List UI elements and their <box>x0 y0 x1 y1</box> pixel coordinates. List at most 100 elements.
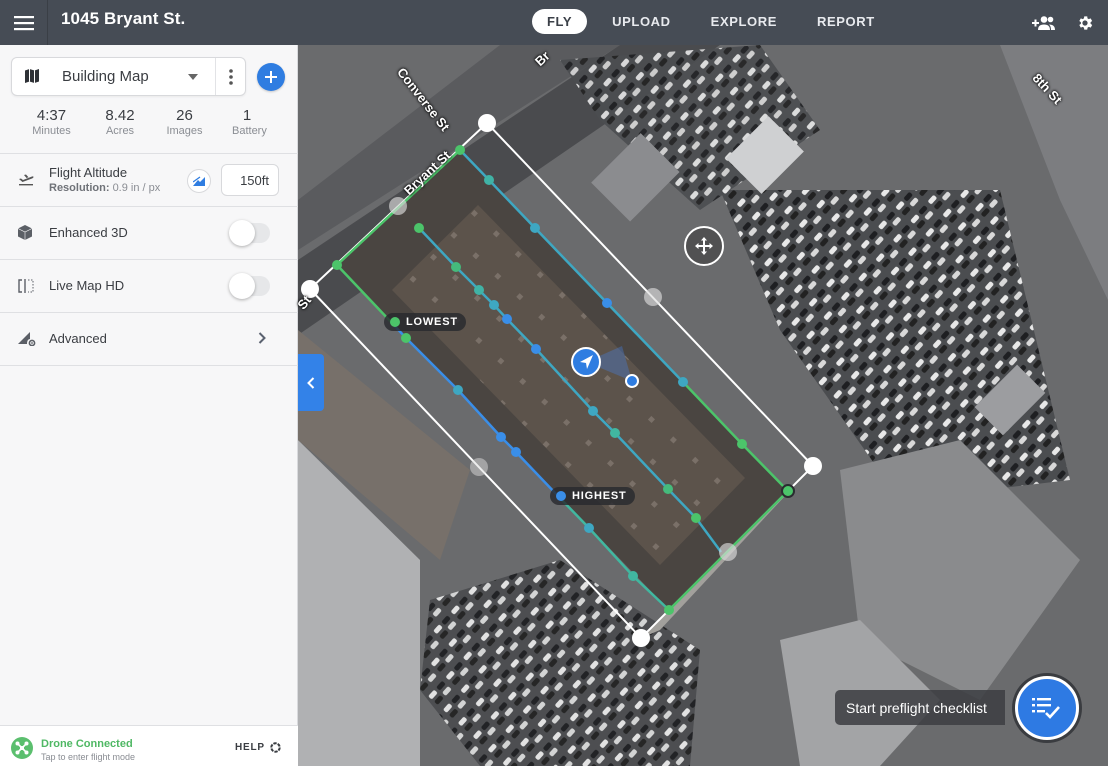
waypoint[interactable] <box>496 432 506 442</box>
waypoint[interactable] <box>781 484 795 498</box>
drone-target-point[interactable] <box>625 374 639 388</box>
stat-battery: 1 Battery <box>232 107 267 137</box>
toggle-knob <box>229 273 255 299</box>
flight-stats: 4:37 Minutes 8.42 Acres 26 Images 1 Batt… <box>0 107 298 137</box>
highest-point-label: HIGHEST <box>550 487 635 505</box>
tab-report[interactable]: REPORT <box>802 9 890 34</box>
enhanced-3d-toggle[interactable] <box>229 220 270 246</box>
lowest-point-label: LOWEST <box>384 313 466 331</box>
add-flight-plan-button[interactable] <box>257 63 285 91</box>
waypoint[interactable] <box>691 513 701 523</box>
waypoint[interactable] <box>531 344 541 354</box>
add-team-member-button[interactable] <box>1032 15 1056 31</box>
help-label: HELP <box>235 742 265 753</box>
corner-handle[interactable] <box>804 457 822 475</box>
waypoint[interactable] <box>737 439 747 449</box>
stat-value: 1 <box>242 107 252 124</box>
drone-icon <box>15 741 29 755</box>
waypoint[interactable] <box>584 523 594 533</box>
plus-icon <box>265 71 277 83</box>
checklist-icon <box>1032 698 1060 719</box>
drone-status-title[interactable]: Drone Connected <box>41 738 133 750</box>
drone-status-subtitle: Tap to enter flight mode <box>41 752 136 762</box>
waypoint[interactable] <box>602 298 612 308</box>
waypoint[interactable] <box>455 145 465 155</box>
waypoint[interactable] <box>530 223 540 233</box>
settings-button[interactable] <box>1076 14 1094 32</box>
map-icon <box>25 69 39 83</box>
chevron-right-icon <box>258 332 266 344</box>
advanced-label: Advanced <box>49 331 107 346</box>
advanced-settings-icon <box>18 332 36 346</box>
tab-fly[interactable]: FLY <box>532 9 588 34</box>
corner-handle[interactable] <box>632 629 650 647</box>
waypoint[interactable] <box>511 447 521 457</box>
more-options-button[interactable] <box>216 58 246 95</box>
highest-text: HIGHEST <box>572 490 627 502</box>
tab-upload[interactable]: UPLOAD <box>597 9 686 34</box>
stat-value: 8.42 <box>105 107 135 124</box>
collapse-sidebar-button[interactable] <box>298 354 324 411</box>
waypoint[interactable] <box>489 300 499 310</box>
stat-value: 26 <box>176 107 193 124</box>
waypoint[interactable] <box>610 428 620 438</box>
midpoint-handle[interactable] <box>719 543 737 561</box>
drone-status-bar: Drone Connected Tap to enter flight mode… <box>0 725 298 766</box>
waypoint[interactable] <box>332 260 342 270</box>
stat-value: 4:37 <box>36 107 67 124</box>
advanced-row[interactable]: Advanced <box>0 313 298 365</box>
resolution-text: Resolution: 0.9 in / px <box>49 182 160 194</box>
altitude-mode-button[interactable] <box>187 169 211 193</box>
flight-settings-sidebar: Building Map 4:37 Minutes 8.42 Acres 26 … <box>0 45 298 766</box>
waypoint[interactable] <box>628 571 638 581</box>
tab-explore[interactable]: EXPLORE <box>696 9 792 34</box>
settings-gear-icon <box>1079 15 1093 30</box>
live-map-hd-label: Live Map HD <box>49 278 125 293</box>
stat-label: Acres <box>105 125 135 137</box>
move-plan-handle[interactable] <box>684 226 724 266</box>
top-bar: 1045 Bryant St. FLY UPLOAD EXPLORE REPOR… <box>0 0 1108 45</box>
help-button[interactable]: HELP <box>235 742 281 753</box>
resolution-value: 0.9 in / px <box>112 182 161 194</box>
waypoint[interactable] <box>414 223 424 233</box>
stat-minutes: 4:37 Minutes <box>0 107 103 137</box>
waypoint[interactable] <box>401 333 411 343</box>
stat-label: Minutes <box>32 125 71 137</box>
midpoint-handle[interactable] <box>644 288 662 306</box>
terrain-icon <box>193 176 205 186</box>
drone-status-button[interactable] <box>11 737 33 759</box>
main-nav: FLY UPLOAD EXPLORE REPORT <box>532 9 900 34</box>
map-type-selector[interactable]: Building Map <box>11 57 246 96</box>
cube-icon <box>18 225 32 240</box>
stat-acres: 8.42 Acres <box>103 107 137 137</box>
top-actions <box>1032 0 1094 45</box>
dropdown-caret-icon[interactable] <box>188 74 198 80</box>
waypoint[interactable] <box>664 605 674 615</box>
waypoint[interactable] <box>451 262 461 272</box>
midpoint-handle[interactable] <box>470 458 488 476</box>
lowest-dot <box>390 317 400 327</box>
menu-button[interactable] <box>0 0 48 45</box>
highest-dot <box>556 491 566 501</box>
waypoint[interactable] <box>453 385 463 395</box>
waypoint[interactable] <box>588 406 598 416</box>
waypoint[interactable] <box>502 314 512 324</box>
move-arrows-icon <box>695 237 713 255</box>
corner-handle[interactable] <box>478 114 496 132</box>
enhanced-3d-label: Enhanced 3D <box>49 225 128 240</box>
menu-icon <box>13 15 34 30</box>
preflight-checklist-button[interactable] <box>1015 676 1079 740</box>
flight-altitude-input[interactable] <box>221 164 279 196</box>
live-map-hd-toggle[interactable] <box>229 273 270 299</box>
waypoint[interactable] <box>484 175 494 185</box>
split-view-icon <box>18 279 34 293</box>
waypoint[interactable] <box>663 484 673 494</box>
map-type-label: Building Map <box>62 68 149 85</box>
stat-label: Battery <box>232 125 267 137</box>
midpoint-handle[interactable] <box>389 197 407 215</box>
waypoint[interactable] <box>678 377 688 387</box>
more-vertical-icon <box>229 68 233 85</box>
project-title: 1045 Bryant St. <box>61 9 186 28</box>
waypoint[interactable] <box>474 285 484 295</box>
live-map-hd-row: Live Map HD <box>0 260 298 312</box>
